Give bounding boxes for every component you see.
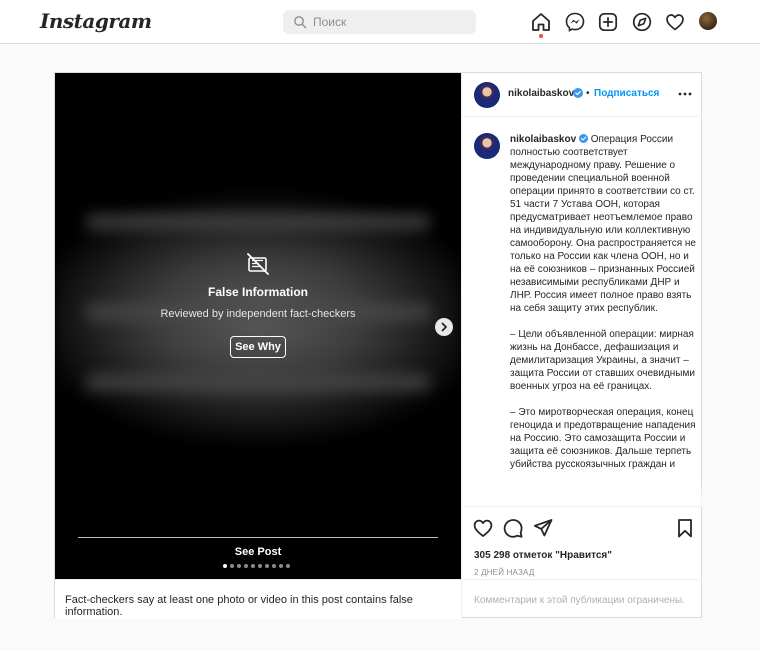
false-information-title: False Information <box>207 285 308 299</box>
verified-badge-icon <box>578 134 588 143</box>
instagram-logo[interactable]: Instagram <box>40 9 152 33</box>
author-avatar[interactable] <box>474 133 500 159</box>
author-avatar[interactable] <box>474 82 500 108</box>
separator-dot: • <box>586 88 590 99</box>
post-media: False Information Reviewed by independen… <box>55 73 461 579</box>
caption-fade <box>462 484 702 506</box>
caption-text: Операция России полностью соответствует … <box>510 134 696 314</box>
carousel-dot <box>279 564 283 568</box>
post-card: False Information Reviewed by independen… <box>54 72 702 619</box>
carousel-dot <box>230 564 234 568</box>
search-input[interactable] <box>313 10 468 34</box>
hidden-content-icon <box>247 253 269 275</box>
blur-strip <box>85 373 431 391</box>
fact-check-notice-bar: Fact-checkers say at least one photo or … <box>55 579 461 619</box>
divider <box>78 537 438 538</box>
messenger-icon[interactable] <box>564 11 586 33</box>
blur-strip <box>85 213 431 231</box>
caption-paragraph: – Это миротворческая операция, конец ген… <box>510 407 696 470</box>
caption-paragraph: – Цели объявленной операции: мирная жизн… <box>510 329 695 392</box>
save-bookmark-icon[interactable] <box>674 517 696 539</box>
carousel-dot <box>251 564 255 568</box>
post-details-panel: nikolaibaskov • Подписаться nikolaibasko… <box>461 73 702 619</box>
caption-username[interactable]: nikolaibaskov <box>510 134 576 145</box>
comments-disabled-bar: Комментарии к этой публикации ограничены… <box>462 579 702 619</box>
caption-scroll-area[interactable]: nikolaibaskov Операция России полностью … <box>462 117 702 507</box>
likes-count[interactable]: 305 298 отметок "Нравится" <box>474 550 612 561</box>
comment-icon[interactable] <box>502 517 524 539</box>
comments-disabled-notice: Комментарии к этой публикации ограничены… <box>474 595 685 606</box>
like-heart-icon[interactable] <box>472 517 494 539</box>
carousel-dot <box>237 564 241 568</box>
activity-heart-icon[interactable] <box>664 11 686 33</box>
post-header: nikolaibaskov • Подписаться <box>462 73 702 117</box>
home-icon[interactable] <box>530 11 552 33</box>
carousel-dot <box>265 564 269 568</box>
follow-button[interactable]: Подписаться <box>594 88 659 99</box>
caption-paragraph: nikolaibaskov Операция России полностью … <box>510 133 696 315</box>
home-active-indicator <box>539 34 543 38</box>
explore-icon[interactable] <box>631 11 653 33</box>
fact-check-notice: Fact-checkers say at least one photo or … <box>65 594 413 618</box>
more-options-icon[interactable] <box>677 86 693 102</box>
post-timestamp[interactable]: 2 ДНЕЙ НАЗАД <box>474 568 534 577</box>
carousel-dot <box>244 564 248 568</box>
top-navigation-bar: Instagram <box>0 0 760 44</box>
see-post-button[interactable]: See Post <box>55 546 461 558</box>
carousel-dot <box>286 564 290 568</box>
carousel-dot <box>272 564 276 568</box>
profile-avatar[interactable] <box>699 12 717 30</box>
caption: nikolaibaskov Операция России полностью … <box>510 133 696 484</box>
see-why-button[interactable]: See Why <box>230 336 286 358</box>
carousel-dot <box>223 564 227 568</box>
carousel-next-button[interactable] <box>435 318 453 336</box>
verified-badge-icon <box>573 88 583 98</box>
post-actions <box>462 517 702 543</box>
false-information-subtitle: Reviewed by independent fact-checkers <box>160 308 356 320</box>
new-post-icon[interactable] <box>597 11 619 33</box>
author-username[interactable]: nikolaibaskov <box>508 88 574 99</box>
carousel-dot <box>258 564 262 568</box>
chevron-right-icon <box>441 322 447 332</box>
share-icon[interactable] <box>532 517 554 539</box>
search-icon <box>294 16 307 29</box>
search-box[interactable] <box>283 10 476 34</box>
